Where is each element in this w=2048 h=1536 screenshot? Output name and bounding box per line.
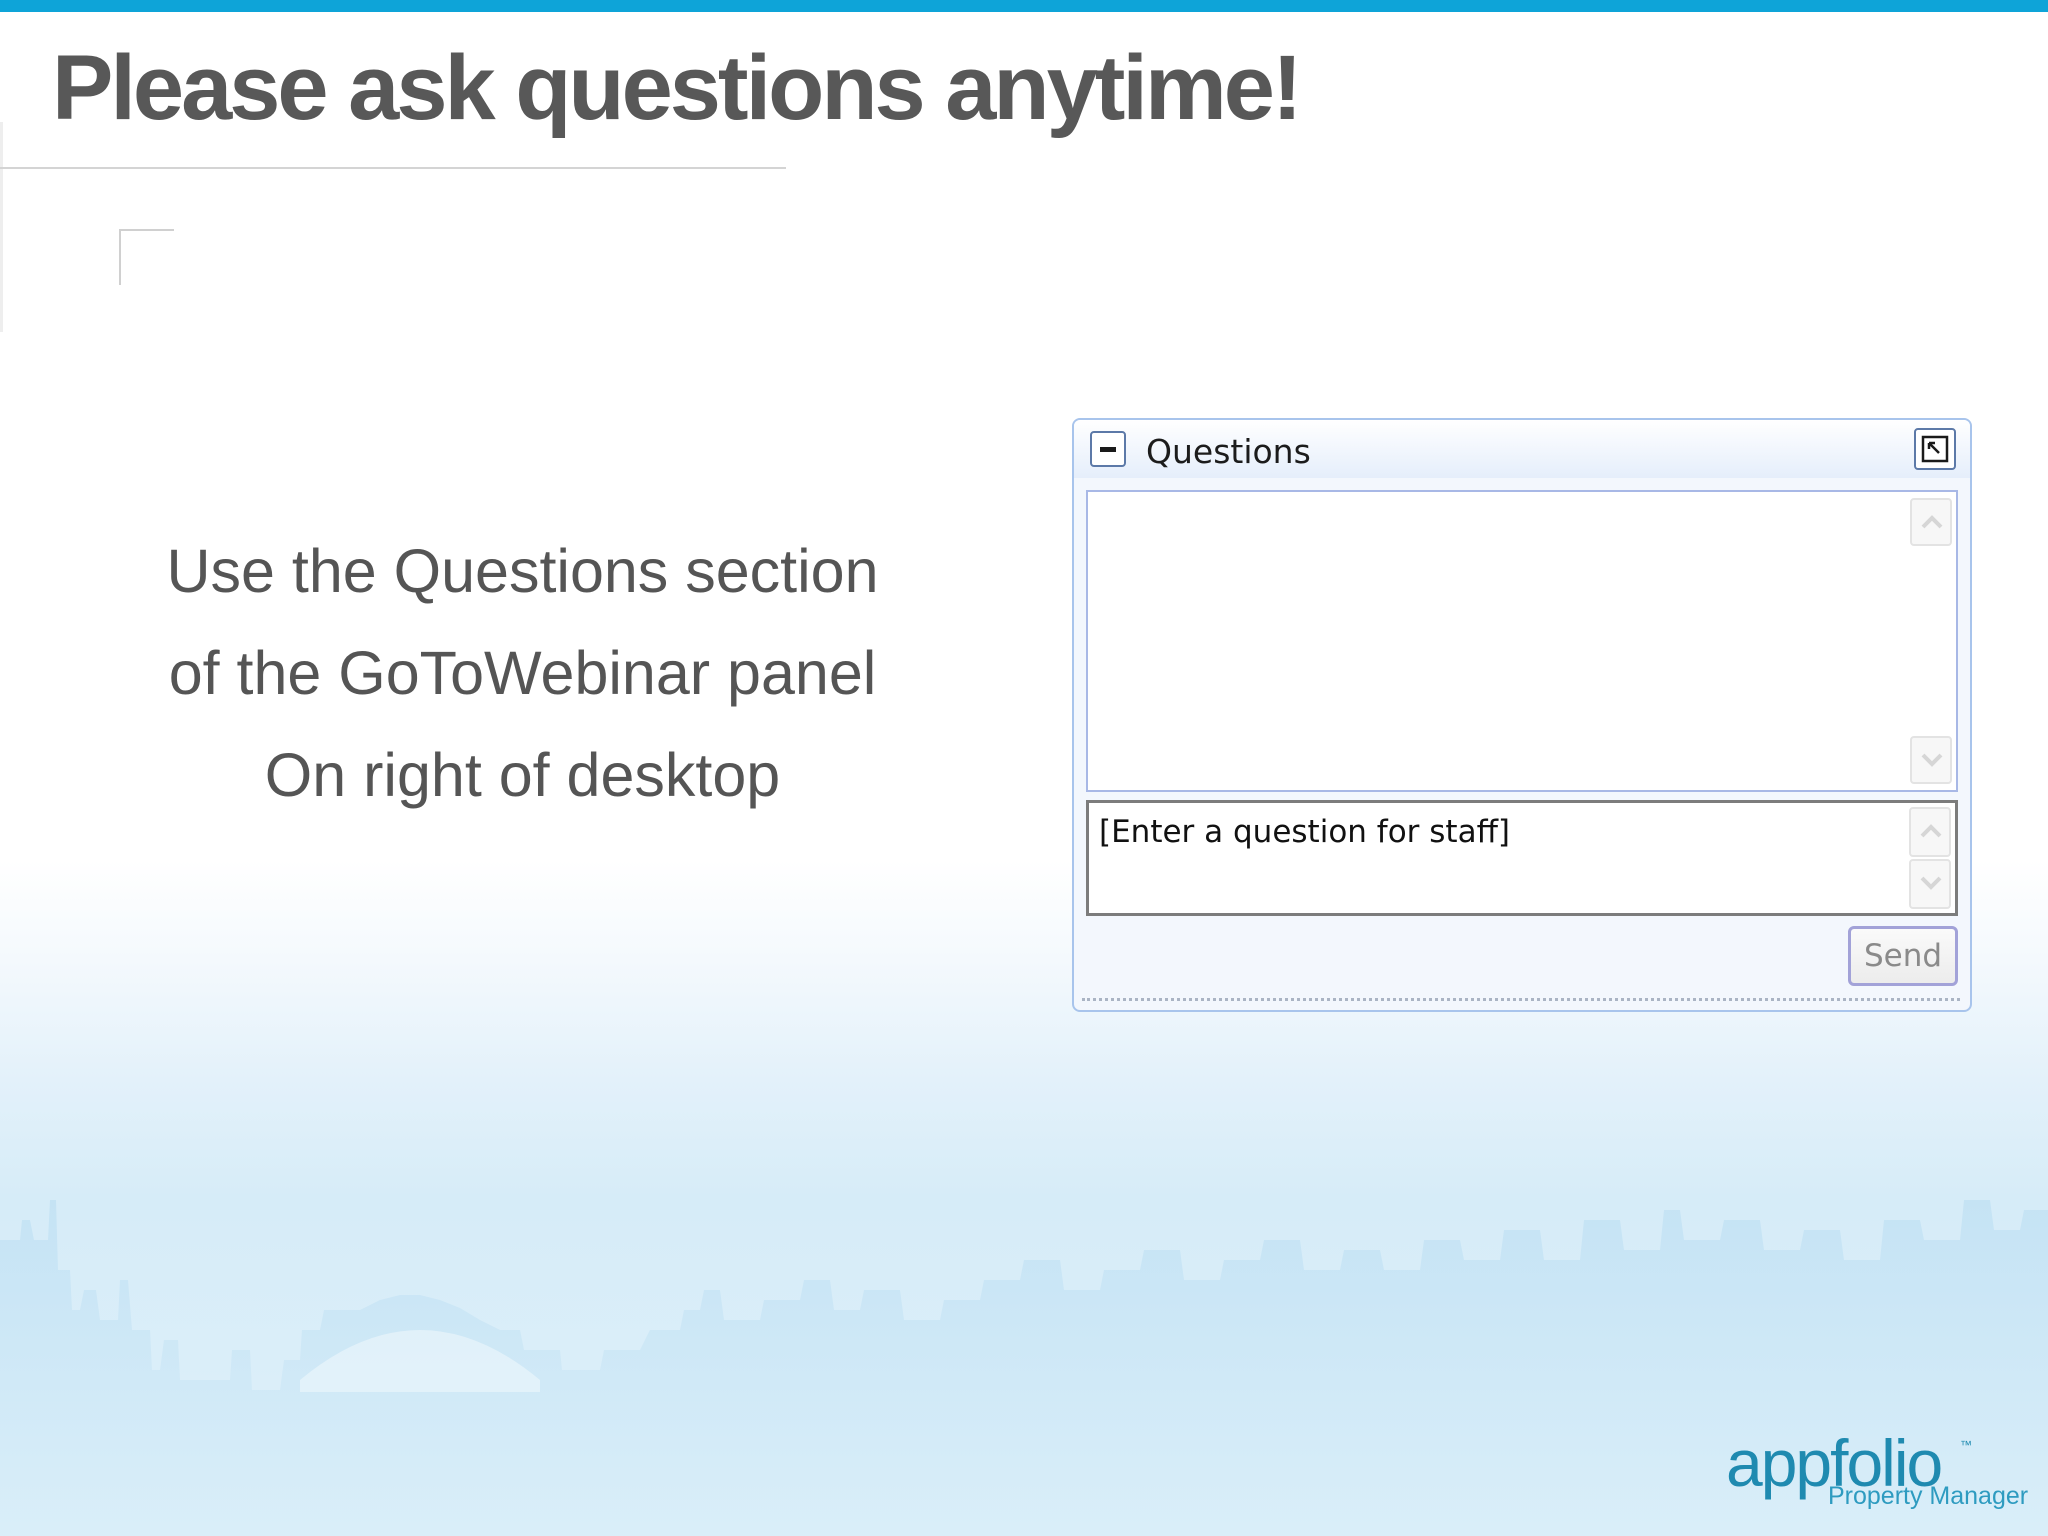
slide-body: Use the Questions section of the GoToWeb… — [120, 520, 925, 826]
collapse-icon[interactable] — [1090, 431, 1126, 467]
body-line-2: of the GoToWebinar panel — [168, 639, 877, 707]
questions-panel-header: Questions — [1074, 420, 1970, 478]
scroll-up-icon[interactable] — [1910, 498, 1952, 546]
placeholder-corner-mark — [119, 229, 174, 285]
top-accent-bar — [0, 0, 2048, 12]
logo-product-name: Property Manager — [1828, 1482, 2029, 1510]
questions-log-scrollbar[interactable] — [1908, 494, 1954, 788]
questions-log[interactable] — [1086, 490, 1958, 792]
questions-panel: Questions Send — [1072, 418, 1972, 1012]
title-divider — [0, 167, 786, 169]
left-edge-decoration — [0, 122, 3, 332]
popout-icon[interactable] — [1914, 428, 1956, 470]
input-scroll-up-icon[interactable] — [1909, 807, 1951, 857]
scroll-down-icon[interactable] — [1910, 736, 1952, 784]
slide-title: Please ask questions anytime! — [52, 37, 1303, 139]
body-line-3: On right of desktop — [264, 741, 781, 809]
input-scroll-down-icon[interactable] — [1909, 859, 1951, 909]
appfolio-logo: appfolio ™ Property Manager — [1726, 1428, 2029, 1512]
panel-dotted-divider — [1082, 998, 1960, 1001]
body-line-1: Use the Questions section — [166, 537, 879, 605]
questions-panel-title: Questions — [1146, 432, 1311, 471]
question-input-box — [1086, 800, 1958, 916]
question-input-scrollbar[interactable] — [1907, 805, 1953, 911]
logo-trademark: ™ — [1960, 1438, 1972, 1452]
question-input[interactable] — [1099, 807, 1899, 857]
send-button[interactable]: Send — [1848, 926, 1958, 986]
